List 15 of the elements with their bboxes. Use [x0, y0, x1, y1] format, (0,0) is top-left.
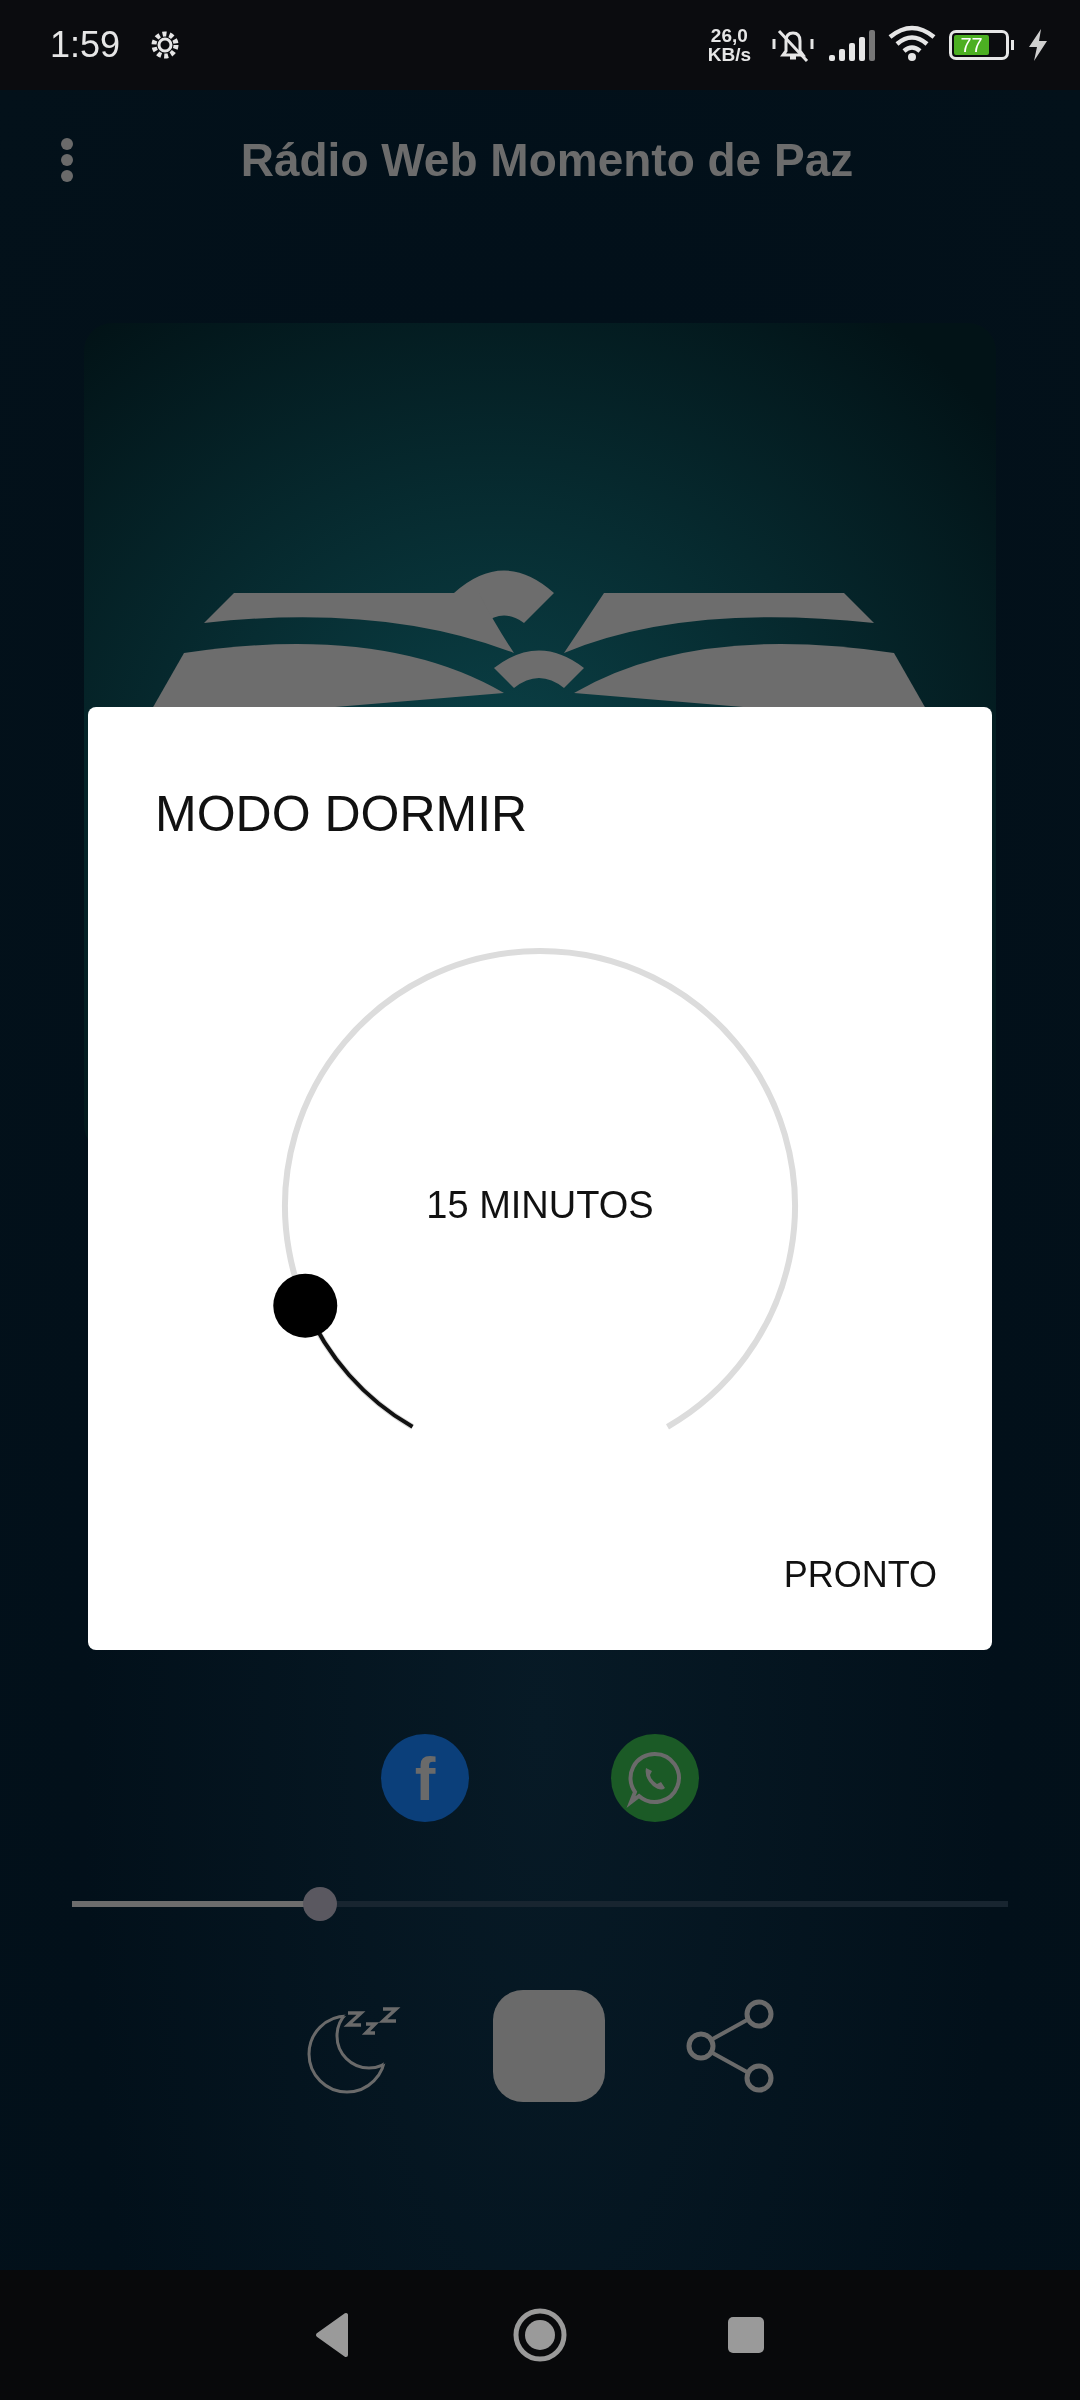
menu-icon[interactable]: [60, 137, 74, 183]
timer-knob[interactable]: [273, 1273, 414, 1429]
charging-icon: [1026, 28, 1050, 62]
home-button[interactable]: [512, 2307, 568, 2363]
stop-button[interactable]: [493, 1990, 605, 2102]
network-unit: KB/s: [707, 45, 751, 64]
timer-label: 15 MINUTOS: [426, 1184, 654, 1227]
signal-icon: [827, 27, 875, 63]
network-speed: 26,0: [710, 26, 748, 45]
battery-indicator: 77: [949, 30, 1009, 60]
done-button[interactable]: PRONTO: [783, 1546, 937, 1604]
dialog-title: MODO DORMIR: [155, 785, 528, 843]
volume-thumb[interactable]: [303, 1887, 338, 1921]
status-time: 1:59: [50, 24, 121, 66]
app-title: Rádio Web Momento de Paz: [239, 133, 855, 187]
